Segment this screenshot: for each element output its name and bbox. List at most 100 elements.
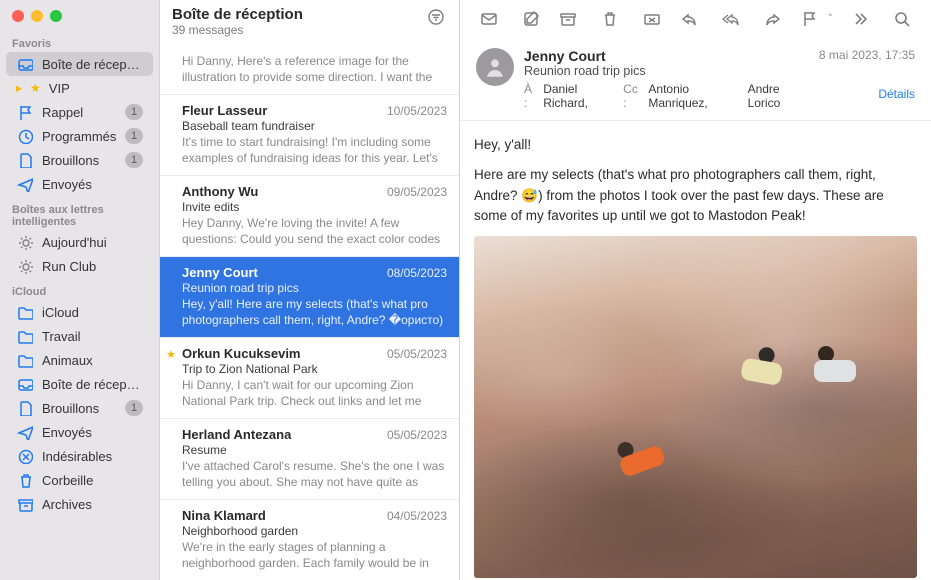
sidebar-item-label: Boîte de réception: [42, 57, 143, 72]
inbox-icon: [16, 375, 34, 393]
search-button[interactable]: [891, 8, 913, 30]
sidebar-item-today[interactable]: Aujourd'hui: [6, 230, 153, 254]
message-row[interactable]: ★Orkun Kucuksevim05/05/2023Trip to Zion …: [160, 338, 459, 419]
body-paragraph: Hey, y'all!: [474, 135, 917, 155]
sidebar-item-runclub[interactable]: Run Club: [6, 254, 153, 278]
delete-button[interactable]: [599, 8, 621, 30]
sidebar-item-label: Envoyés: [42, 177, 143, 192]
sidebar-item-travail[interactable]: Travail: [6, 324, 153, 348]
flag-button[interactable]: [799, 8, 821, 30]
sidebar-item-label: Boîte de réception: [42, 377, 143, 392]
message-header: Jenny Court Reunion road trip pics À : D…: [460, 38, 931, 121]
body-paragraph: Here are my selects (that's what pro pho…: [474, 165, 917, 226]
attachment-icon[interactable]: [819, 62, 915, 81]
sidebar-item-inbox[interactable]: Boîte de réception: [6, 52, 153, 76]
row-from: Orkun Kucuksevim: [182, 346, 301, 361]
folder-icon: [16, 327, 34, 345]
sidebar-section-icloud[interactable]: iCloud: [0, 278, 159, 300]
compose-button[interactable]: [520, 8, 542, 30]
count-badge: 1: [125, 104, 143, 120]
message-subject: Reunion road trip pics: [524, 64, 809, 78]
sidebar-item-sent[interactable]: Envoyés: [6, 172, 153, 196]
details-link[interactable]: Détails: [878, 87, 915, 101]
sidebar-item-archives[interactable]: Archives: [6, 492, 153, 516]
flag-icon: [16, 103, 34, 121]
message-row[interactable]: Fleur Lasseur10/05/2023Baseball team fun…: [160, 95, 459, 176]
cc-name[interactable]: Antonio Manriquez,: [648, 82, 741, 110]
sidebar-item-label: Corbeille: [42, 473, 143, 488]
message-row[interactable]: Hi Danny, Here's a reference image for t…: [160, 43, 459, 95]
attachment-icon: [433, 442, 445, 457]
forward-button[interactable]: [762, 8, 784, 30]
sidebar-item-trash[interactable]: Corbeille: [6, 468, 153, 492]
doc-icon: [16, 151, 34, 169]
message-row[interactable]: Jenny Court08/05/2023Reunion road trip p…: [160, 257, 459, 338]
sidebar-item-icloud-sent[interactable]: Envoyés: [6, 420, 153, 444]
fullscreen-window-button[interactable]: [50, 10, 62, 22]
gear-icon: [16, 257, 34, 275]
row-from: Herland Antezana: [182, 427, 291, 442]
message-from[interactable]: Jenny Court: [524, 48, 809, 64]
archive-button[interactable]: [557, 8, 579, 30]
row-subject: [182, 51, 447, 52]
junk-button[interactable]: [641, 8, 663, 30]
cc-name[interactable]: Andre Lorico: [748, 82, 809, 110]
row-subject: Baseball team fundraiser: [182, 118, 447, 133]
message-list: Boîte de réception 39 messages Hi Danny,…: [160, 0, 460, 580]
sidebar-item-label: Brouillons: [42, 401, 117, 416]
row-date: 05/05/2023: [387, 347, 447, 361]
mailbox-count: 39 messages: [172, 23, 425, 37]
reply-button[interactable]: [678, 8, 700, 30]
sidebar-item-label: Archives: [42, 497, 143, 512]
sidebar-item-label: Run Club: [42, 259, 143, 274]
row-from: Nina Klamard: [182, 508, 266, 523]
sidebar-item-label: Brouillons: [42, 153, 117, 168]
message-row[interactable]: Anthony Wu09/05/2023Invite editsHey Dann…: [160, 176, 459, 257]
message-row[interactable]: Nina Klamard04/05/2023Neighborhood garde…: [160, 500, 459, 580]
row-from: Anthony Wu: [182, 184, 258, 199]
row-date: 04/05/2023: [387, 509, 447, 523]
sidebar-item-vip[interactable]: ▸ ★ VIP: [6, 76, 153, 100]
chevron-right-icon: ▸: [16, 81, 22, 95]
sidebar: Favoris Boîte de réception ▸ ★ VIP Rappe…: [0, 0, 160, 580]
sidebar-item-label: Aujourd'hui: [42, 235, 143, 250]
count-badge: 1: [125, 128, 143, 144]
close-window-button[interactable]: [12, 10, 24, 22]
toolbar-overflow-button[interactable]: [849, 8, 871, 30]
sidebar-item-junk[interactable]: Indésirables: [6, 444, 153, 468]
row-date: 08/05/2023: [387, 266, 447, 280]
row-preview: Hi Danny, I can't wait for our upcoming …: [182, 376, 447, 408]
sidebar-item-icloud[interactable]: iCloud: [6, 300, 153, 324]
sidebar-item-animaux[interactable]: Animaux: [6, 348, 153, 372]
filter-button[interactable]: [425, 6, 447, 28]
sender-avatar[interactable]: [476, 48, 514, 86]
row-preview: Hey Danny, We're loving the invite! A fe…: [182, 214, 447, 246]
sidebar-item-flagged[interactable]: Rappel 1: [6, 100, 153, 124]
sidebar-item-label: Animaux: [42, 353, 143, 368]
folder-icon: [16, 303, 34, 321]
sidebar-item-drafts[interactable]: Brouillons 1: [6, 148, 153, 172]
reply-all-button[interactable]: [720, 8, 742, 30]
sidebar-section-smart[interactable]: Boîtes aux lettres intelligentes: [0, 196, 159, 230]
message-row[interactable]: Herland Antezana05/05/2023ResumeI've att…: [160, 419, 459, 500]
attached-photo[interactable]: [474, 236, 917, 578]
sidebar-item-label: Indésirables: [42, 449, 143, 464]
message-recipients: À : Daniel Richard, Cc : Antonio Manriqu…: [524, 78, 809, 110]
get-mail-button[interactable]: [478, 8, 500, 30]
to-name[interactable]: Daniel Richard,: [543, 82, 617, 110]
row-preview: We're in the early stages of planning a …: [182, 538, 447, 570]
minimize-window-button[interactable]: [31, 10, 43, 22]
sidebar-item-scheduled[interactable]: Programmés 1: [6, 124, 153, 148]
sidebar-item-icloud-drafts[interactable]: Brouillons 1: [6, 396, 153, 420]
message-body: Hey, y'all! Here are my selects (that's …: [460, 121, 931, 580]
send-icon: [16, 175, 34, 193]
clock-icon: [16, 127, 34, 145]
sidebar-item-label: Programmés: [42, 129, 117, 144]
star-icon: ★: [166, 348, 176, 361]
sidebar-section-favoris[interactable]: Favoris: [0, 30, 159, 52]
sidebar-item-icloud-inbox[interactable]: Boîte de réception: [6, 372, 153, 396]
flag-menu-caret[interactable]: ⌄: [827, 8, 835, 30]
row-subject: Invite edits: [182, 199, 447, 214]
sidebar-item-label: Envoyés: [42, 425, 143, 440]
cc-label: Cc :: [623, 82, 642, 110]
